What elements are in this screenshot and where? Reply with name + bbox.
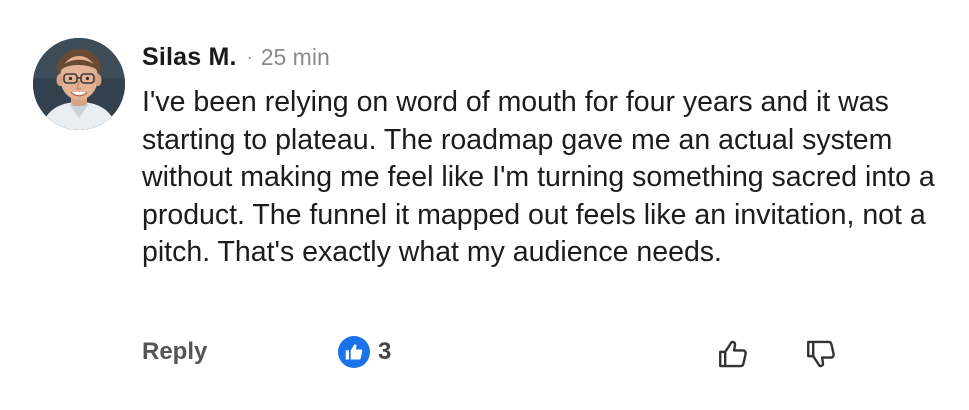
- thumbs-down-outline-icon: [807, 340, 835, 368]
- comment-text: I've been relying on word of mouth for f…: [142, 86, 935, 268]
- meta-separator: ·: [246, 46, 253, 67]
- upvote-button[interactable]: [713, 334, 753, 374]
- downvote-button[interactable]: [801, 334, 841, 374]
- comment-card: Silas M. · 25 min I've been relying on w…: [0, 0, 969, 410]
- thumbs-up-icon: [338, 336, 370, 368]
- thumbs-up-outline-icon: [719, 340, 747, 368]
- comment-actions: Reply 3: [0, 330, 969, 380]
- comment-header: Silas M. · 25 min: [142, 40, 330, 74]
- reaction-summary[interactable]: 3: [338, 336, 391, 368]
- timestamp: 25 min: [260, 43, 330, 70]
- reaction-count: 3: [378, 338, 392, 365]
- user-avatar-icon: [33, 38, 125, 130]
- reply-button[interactable]: Reply: [142, 338, 207, 366]
- author-name[interactable]: Silas M.: [142, 43, 237, 72]
- avatar[interactable]: [33, 38, 125, 130]
